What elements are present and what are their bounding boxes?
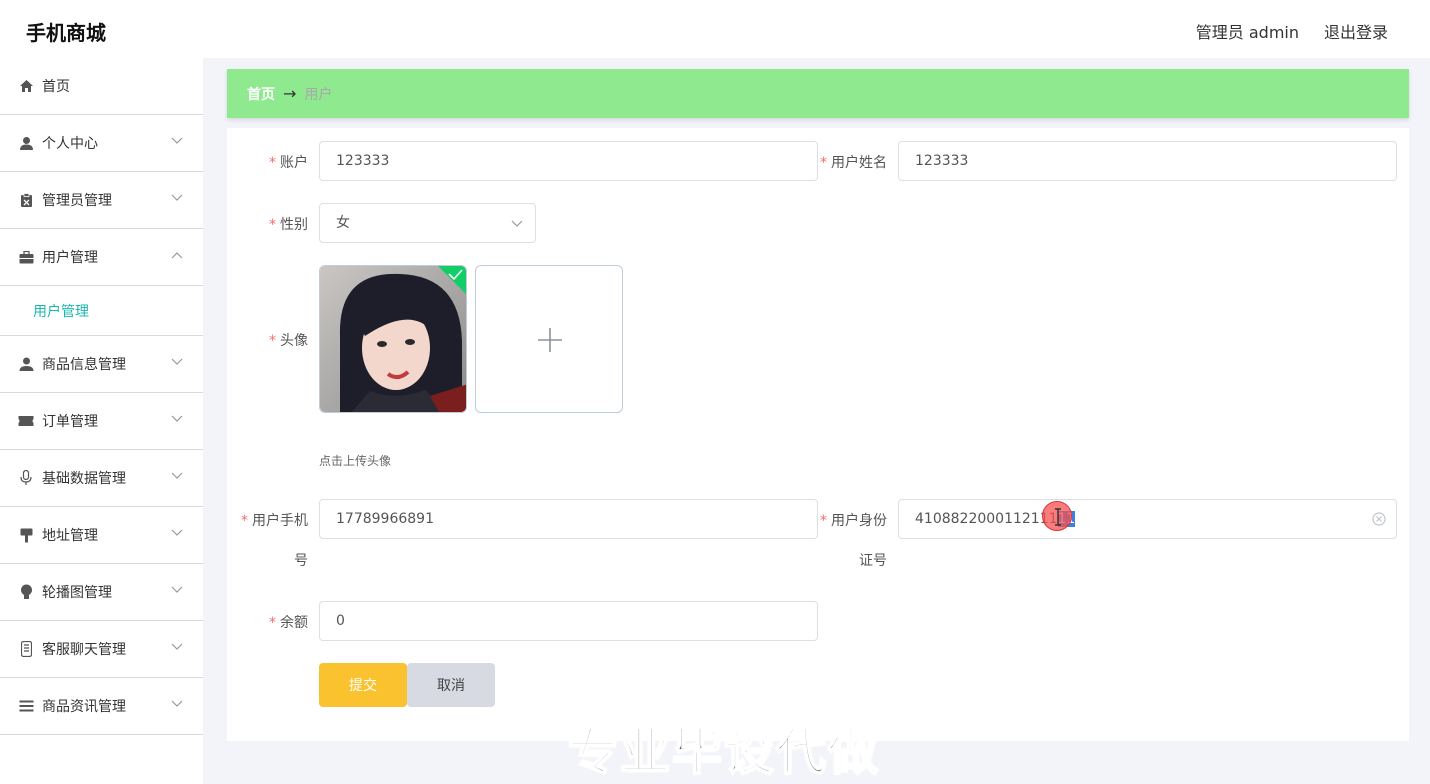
- plus-icon: [538, 328, 562, 352]
- sidebar-item-label: 客服聊天管理: [42, 642, 126, 658]
- sidebar-item-products[interactable]: 商品信息管理: [0, 336, 203, 393]
- chevron-down-icon: [171, 415, 183, 422]
- gender-label: * 性别: [269, 217, 308, 233]
- account-input[interactable]: 123333: [319, 141, 818, 181]
- idcard-label-cont: 证号: [859, 553, 887, 569]
- bulb-icon: [18, 584, 34, 600]
- sidebar-item-label: 管理员管理: [42, 193, 112, 209]
- phone-input[interactable]: 17789966891: [319, 499, 818, 539]
- breadcrumb-current: 用户: [304, 86, 333, 103]
- sidebar-item-label: 个人中心: [42, 136, 98, 152]
- sidebar-item-home[interactable]: 首页: [0, 58, 203, 115]
- gender-select[interactable]: 女: [319, 203, 536, 243]
- microphone-icon: [18, 470, 34, 486]
- phone-icon: [18, 641, 34, 657]
- sidebar-item-label: 商品资讯管理: [42, 699, 126, 715]
- submit-button[interactable]: 提交: [319, 663, 407, 707]
- chevron-down-icon: [511, 220, 523, 227]
- sidebar-item-label: 首页: [42, 79, 70, 95]
- phone-label-cont: 号: [294, 553, 308, 569]
- sidebar-item-orders[interactable]: 订单管理: [0, 393, 203, 450]
- sidebar-item-carousel[interactable]: 轮播图管理: [0, 564, 203, 621]
- idcard-input[interactable]: 410882200011211111: [898, 499, 1397, 539]
- logout-link[interactable]: 退出登录: [1324, 19, 1388, 43]
- sidebar-item-chat[interactable]: 客服聊天管理: [0, 621, 203, 678]
- idcard-label: * 用户身份: [820, 513, 887, 529]
- sidebar-item-news[interactable]: 商品资讯管理: [0, 678, 203, 735]
- chevron-down-icon: [171, 529, 183, 536]
- watermark: 专业毕设代做: [567, 722, 880, 782]
- sidebar-item-label: 用户管理: [42, 250, 98, 266]
- breadcrumb: 首页 → 用户: [227, 69, 1409, 118]
- chevron-down-icon: [171, 194, 183, 201]
- sidebar-item-label: 商品信息管理: [42, 357, 126, 373]
- admin-label: 管理员 admin: [1195, 23, 1299, 42]
- sidebar: 首页 个人中心 管理员管理 用户管理 用户管理 商品信息管理 订单管理 基础数据…: [0, 58, 203, 784]
- chevron-down-icon: [171, 643, 183, 650]
- name-input[interactable]: 123333: [898, 141, 1397, 181]
- idcard-value: 4108822000112111: [915, 511, 1058, 527]
- avatar-label: * 头像: [269, 333, 308, 349]
- name-label: * 用户姓名: [820, 155, 887, 171]
- person-icon: [18, 356, 34, 372]
- gender-select-value: 女: [336, 215, 350, 231]
- phone-label: * 用户手机: [241, 513, 308, 529]
- avatar-thumbnail[interactable]: [319, 265, 467, 413]
- chevron-down-icon: [171, 700, 183, 707]
- top-bar: 手机商城 管理员 admin 退出登录: [0, 0, 1430, 58]
- cancel-button[interactable]: 取消: [407, 663, 495, 707]
- sidebar-item-label: 地址管理: [42, 528, 98, 544]
- avatar-upload-button[interactable]: [475, 265, 623, 413]
- sidebar-item-users[interactable]: 用户管理: [0, 229, 203, 286]
- sidebar-item-label: 轮播图管理: [42, 585, 112, 601]
- chevron-down-icon: [171, 472, 183, 479]
- text-cursor-icon: [1055, 508, 1061, 526]
- sidebar-item-label: 订单管理: [42, 414, 98, 430]
- sidebar-item-address[interactable]: 地址管理: [0, 507, 203, 564]
- balance-input[interactable]: 0: [319, 601, 818, 641]
- chevron-down-icon: [171, 586, 183, 593]
- clear-icon[interactable]: [1372, 512, 1386, 526]
- avatar-hint: 点击上传头像: [319, 454, 392, 468]
- sidebar-item-admin[interactable]: 管理员管理: [0, 172, 203, 229]
- sidebar-item-basic-data[interactable]: 基础数据管理: [0, 450, 203, 507]
- avatar-photo: [320, 266, 466, 412]
- list-icon: [18, 698, 34, 714]
- sidebar-item-personal[interactable]: 个人中心: [0, 115, 203, 172]
- account-label: * 账户: [269, 155, 308, 171]
- sidebar-subitem-user-management[interactable]: 用户管理: [0, 286, 203, 336]
- chevron-down-icon: [171, 137, 183, 144]
- brush-icon: [18, 527, 34, 543]
- brand-title: 手机商城: [26, 21, 106, 45]
- breadcrumb-arrow: →: [283, 84, 297, 103]
- clipboard-icon: [18, 192, 34, 208]
- breadcrumb-home[interactable]: 首页: [247, 84, 275, 104]
- sidebar-item-label: 基础数据管理: [42, 471, 126, 487]
- ticket-icon: [18, 413, 34, 429]
- balance-label: * 余额: [269, 615, 308, 631]
- chevron-up-icon: [171, 252, 183, 259]
- home-icon: [18, 78, 34, 94]
- user-icon: [18, 135, 34, 151]
- chevron-down-icon: [171, 358, 183, 365]
- briefcase-icon: [18, 249, 34, 265]
